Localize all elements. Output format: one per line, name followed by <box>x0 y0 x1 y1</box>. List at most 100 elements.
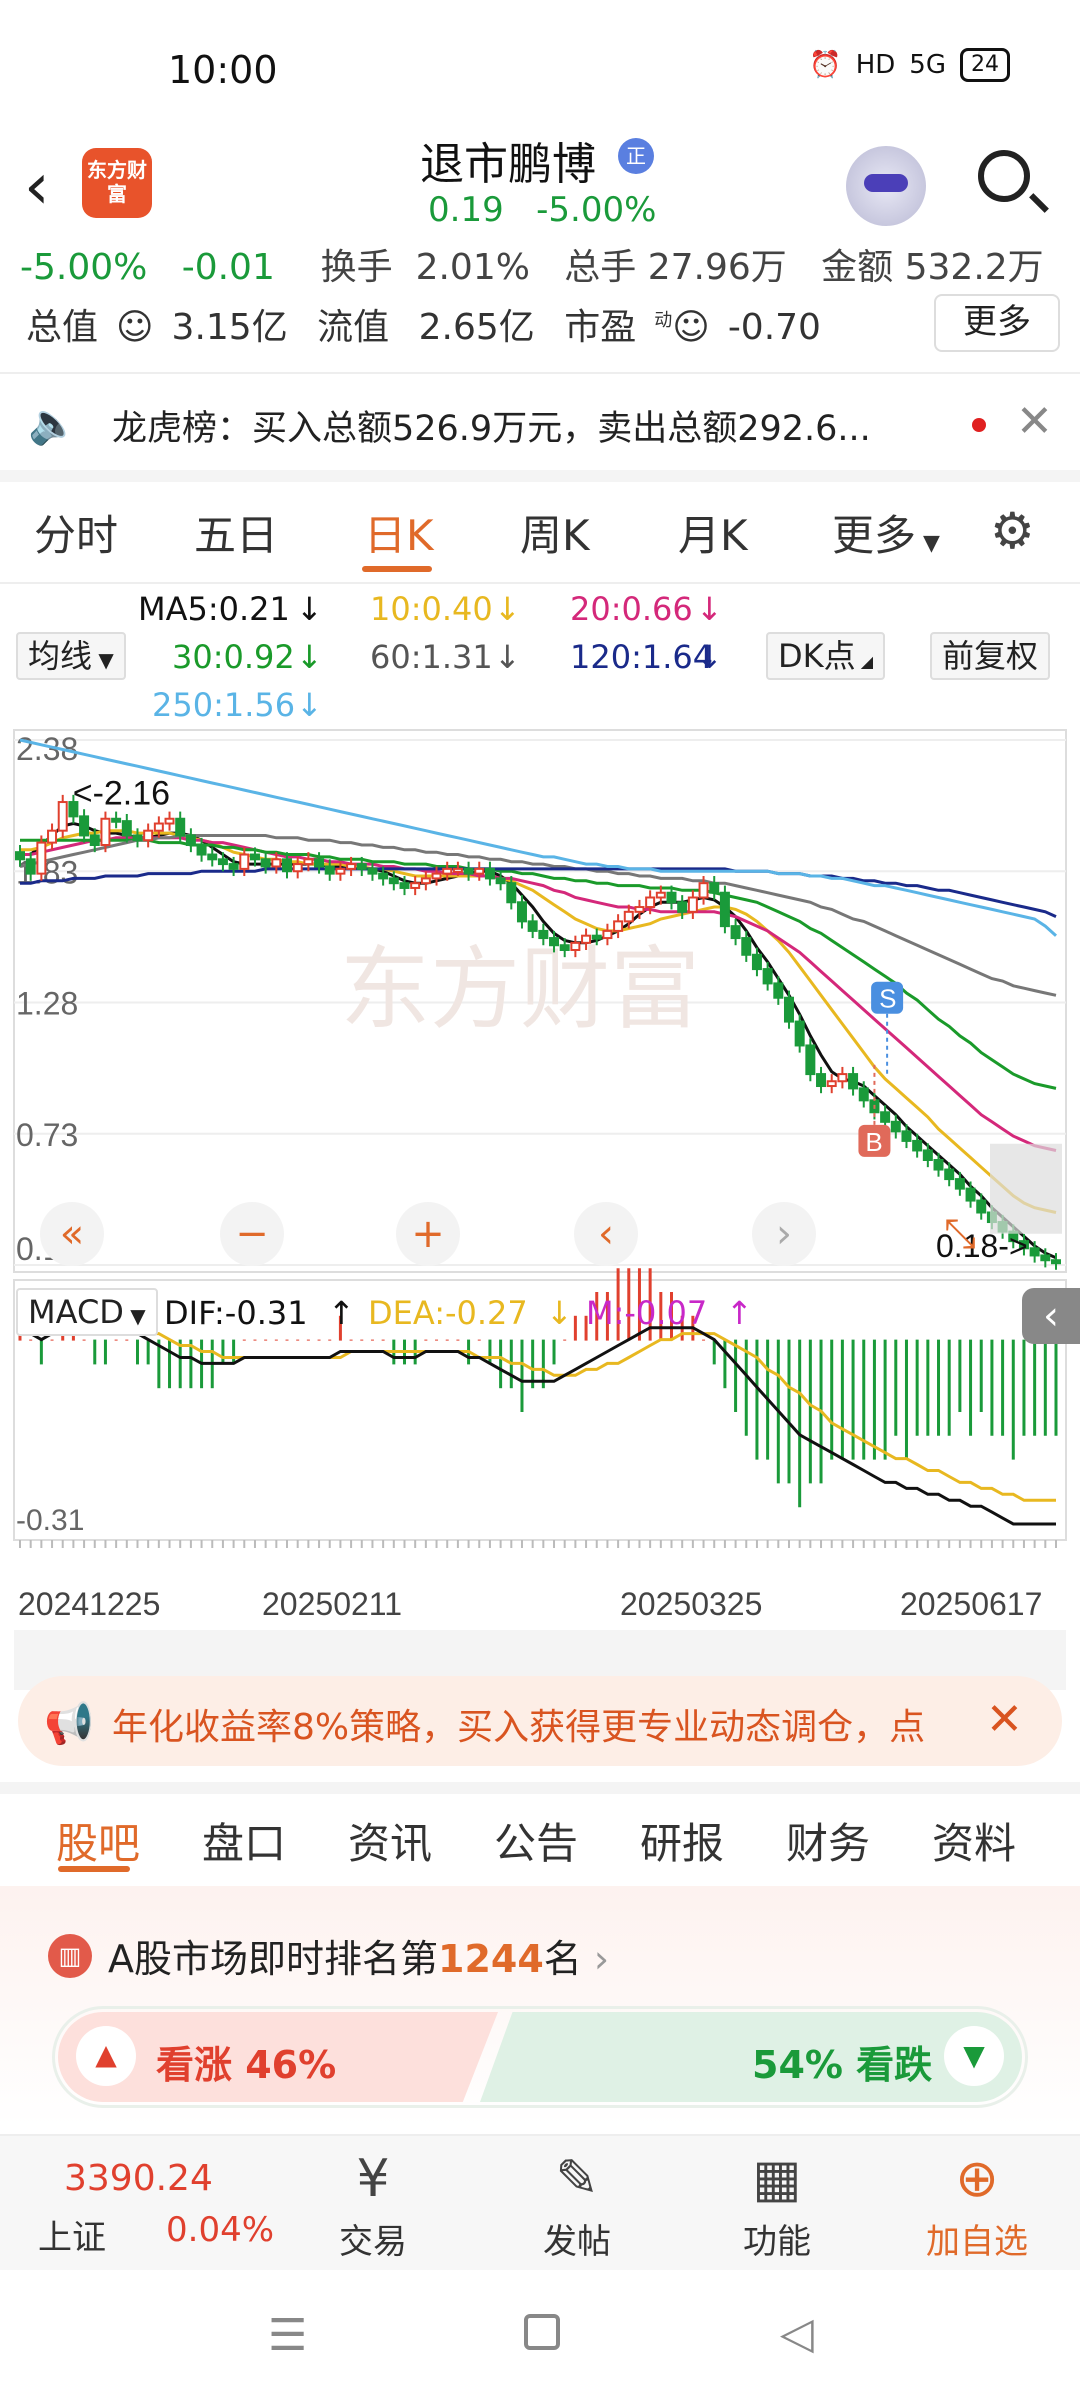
candle-body <box>346 863 357 870</box>
tab-more[interactable]: 更多 ▼ <box>832 502 940 563</box>
bar-chart-icon: ▥ <box>48 1934 92 1978</box>
candle-body <box>933 1159 944 1171</box>
arrow-up-icon[interactable]: ▲ <box>76 2026 136 2086</box>
battery-icon: 24 <box>960 48 1010 82</box>
tab-guba[interactable]: 股吧 <box>56 1810 140 1871</box>
stat-chg: -0.01 <box>181 247 275 288</box>
index-value[interactable]: 3390.24 <box>64 2158 213 2199</box>
arrow-down-icon[interactable]: ▼ <box>944 2026 1004 2086</box>
kline-chart[interactable]: 东方财富 2.381.831.280.730.18 <-2.160.18->SB… <box>0 720 1080 1700</box>
candle-body <box>559 944 570 952</box>
candle-body <box>666 891 677 904</box>
ad-text[interactable]: 年化收益率8%策略，买入获得更专业动态调仓，点 <box>112 1698 932 1750</box>
page-left-fast-icon[interactable]: « <box>40 1202 104 1266</box>
candle-body <box>25 858 36 875</box>
tab-finance[interactable]: 财务 <box>786 1810 870 1871</box>
candle-body <box>858 1087 869 1102</box>
dk-point-button[interactable]: DK点 ◢ <box>766 632 886 680</box>
arrow-down-icon: ↓ <box>696 638 723 676</box>
x-tick-label: 20250211 <box>262 1586 402 1622</box>
tab-weekly-k[interactable]: 周K <box>520 502 590 563</box>
tab-intraday[interactable]: 分时 <box>34 502 118 563</box>
nav-functions[interactable]: ▦ 功能 <box>712 2144 842 2263</box>
candle-body <box>495 877 506 885</box>
rank-number: 1244 <box>438 1937 544 1981</box>
candle-body <box>687 896 698 913</box>
candle-body <box>89 834 100 846</box>
dropdown-arrow-icon: ▼ <box>92 648 114 672</box>
candle-body <box>719 891 730 928</box>
candle-body <box>484 867 495 880</box>
dragon-tiger-text[interactable]: 龙虎榜：买入总额526.9万元，卖出总额292.6... <box>112 400 871 451</box>
close-ad-icon[interactable]: ✕ <box>986 1694 1023 1745</box>
market-rank[interactable]: A股市场即时排名第1244名 › <box>108 1928 609 1983</box>
tab-news[interactable]: 资讯 <box>348 1810 432 1871</box>
close-icon[interactable]: ✕ <box>1016 396 1053 447</box>
adjust-button[interactable]: 前复权 <box>930 632 1051 680</box>
stats-row-2: 总值 ☺ 3.15亿 流值 2.65亿 市盈 动☺ -0.70 <box>26 298 839 350</box>
scroll-left-icon[interactable]: ‹ <box>574 1202 638 1266</box>
index-name[interactable]: 上证 <box>38 2210 106 2259</box>
candle-body <box>164 817 175 825</box>
tab-pankou[interactable]: 盘口 <box>202 1810 286 1871</box>
active-tab-indicator <box>58 1866 130 1872</box>
candle-body <box>954 1178 965 1190</box>
back-nav-icon[interactable]: ◁ <box>780 2308 814 2359</box>
candle-body <box>196 844 207 856</box>
collapse-panel-icon[interactable]: ‹ <box>1022 1288 1080 1344</box>
back-icon[interactable]: ‹ <box>24 150 50 224</box>
nav-post[interactable]: ✎ 发帖 <box>512 2144 642 2263</box>
index-change[interactable]: 0.04% <box>166 2210 274 2250</box>
add-circle-icon: ⊕ <box>955 2149 999 2209</box>
tab-five-day[interactable]: 五日 <box>194 502 278 563</box>
tab-daily-k[interactable]: 日K <box>364 502 434 563</box>
x-tick-label: 20241225 <box>18 1586 160 1622</box>
macd-selector[interactable]: MACD ▼ <box>16 1288 158 1336</box>
tab-research[interactable]: 研报 <box>640 1810 724 1871</box>
dif-line <box>19 1320 1056 1526</box>
arrow-down-icon: ↓ <box>696 590 723 628</box>
ma-selector-label: 均线 <box>28 637 93 675</box>
assistant-robot-icon[interactable] <box>846 146 926 226</box>
candle-body <box>570 941 581 952</box>
candle-body <box>698 882 709 899</box>
macd-y-tick: -0.31 <box>16 1504 84 1537</box>
candle-body <box>324 865 335 875</box>
candle-body <box>645 896 656 909</box>
status-time: 10:00 <box>168 48 278 92</box>
more-stats-button[interactable]: 更多 <box>934 294 1060 352</box>
vote-down-area[interactable] <box>480 2012 1022 2102</box>
candle-body <box>602 929 613 940</box>
x-tick-label: 20250617 <box>900 1586 1042 1622</box>
nav-trade[interactable]: ¥ 交易 <box>308 2144 438 2263</box>
stock-name: 退市鹏博 <box>420 139 596 190</box>
menu-icon[interactable]: ☰ <box>268 2310 307 2361</box>
amount-label: 金额 <box>821 247 894 288</box>
candle-body <box>549 937 560 947</box>
candle-body <box>890 1120 901 1133</box>
scroll-right-icon[interactable]: › <box>752 1202 816 1266</box>
search-icon[interactable] <box>978 150 1030 202</box>
fullscreen-icon[interactable]: ⤡ <box>928 1202 992 1266</box>
nav-post-label: 发帖 <box>543 2222 611 2262</box>
candle-body <box>1029 1247 1040 1257</box>
tab-announcements[interactable]: 公告 <box>494 1810 578 1871</box>
candle-body <box>591 934 602 940</box>
candle-body <box>816 1073 827 1088</box>
zoom-in-icon[interactable]: + <box>396 1202 460 1266</box>
vote-down-label[interactable]: 54% 看跌 <box>752 2034 932 2089</box>
zoom-out-icon[interactable]: − <box>220 1202 284 1266</box>
tab-profile[interactable]: 资料 <box>932 1810 1016 1871</box>
nav-add-watchlist[interactable]: ⊕ 加自选 <box>912 2144 1042 2263</box>
ma-selector[interactable]: 均线 ▼ <box>16 632 126 680</box>
home-icon[interactable] <box>524 2314 560 2350</box>
tab-monthly-k[interactable]: 月K <box>678 502 748 563</box>
info-icon: ☺ <box>672 307 710 348</box>
vote-up-label[interactable]: 看涨 46% <box>156 2034 336 2089</box>
candle-body <box>388 877 399 885</box>
gear-icon[interactable]: ⚙ <box>990 502 1035 560</box>
candle-body <box>655 891 666 899</box>
candle-body <box>410 882 421 889</box>
status-bar: 10:00 ⏰ HD 5G 24 <box>0 0 1080 140</box>
candle-body <box>47 829 58 844</box>
